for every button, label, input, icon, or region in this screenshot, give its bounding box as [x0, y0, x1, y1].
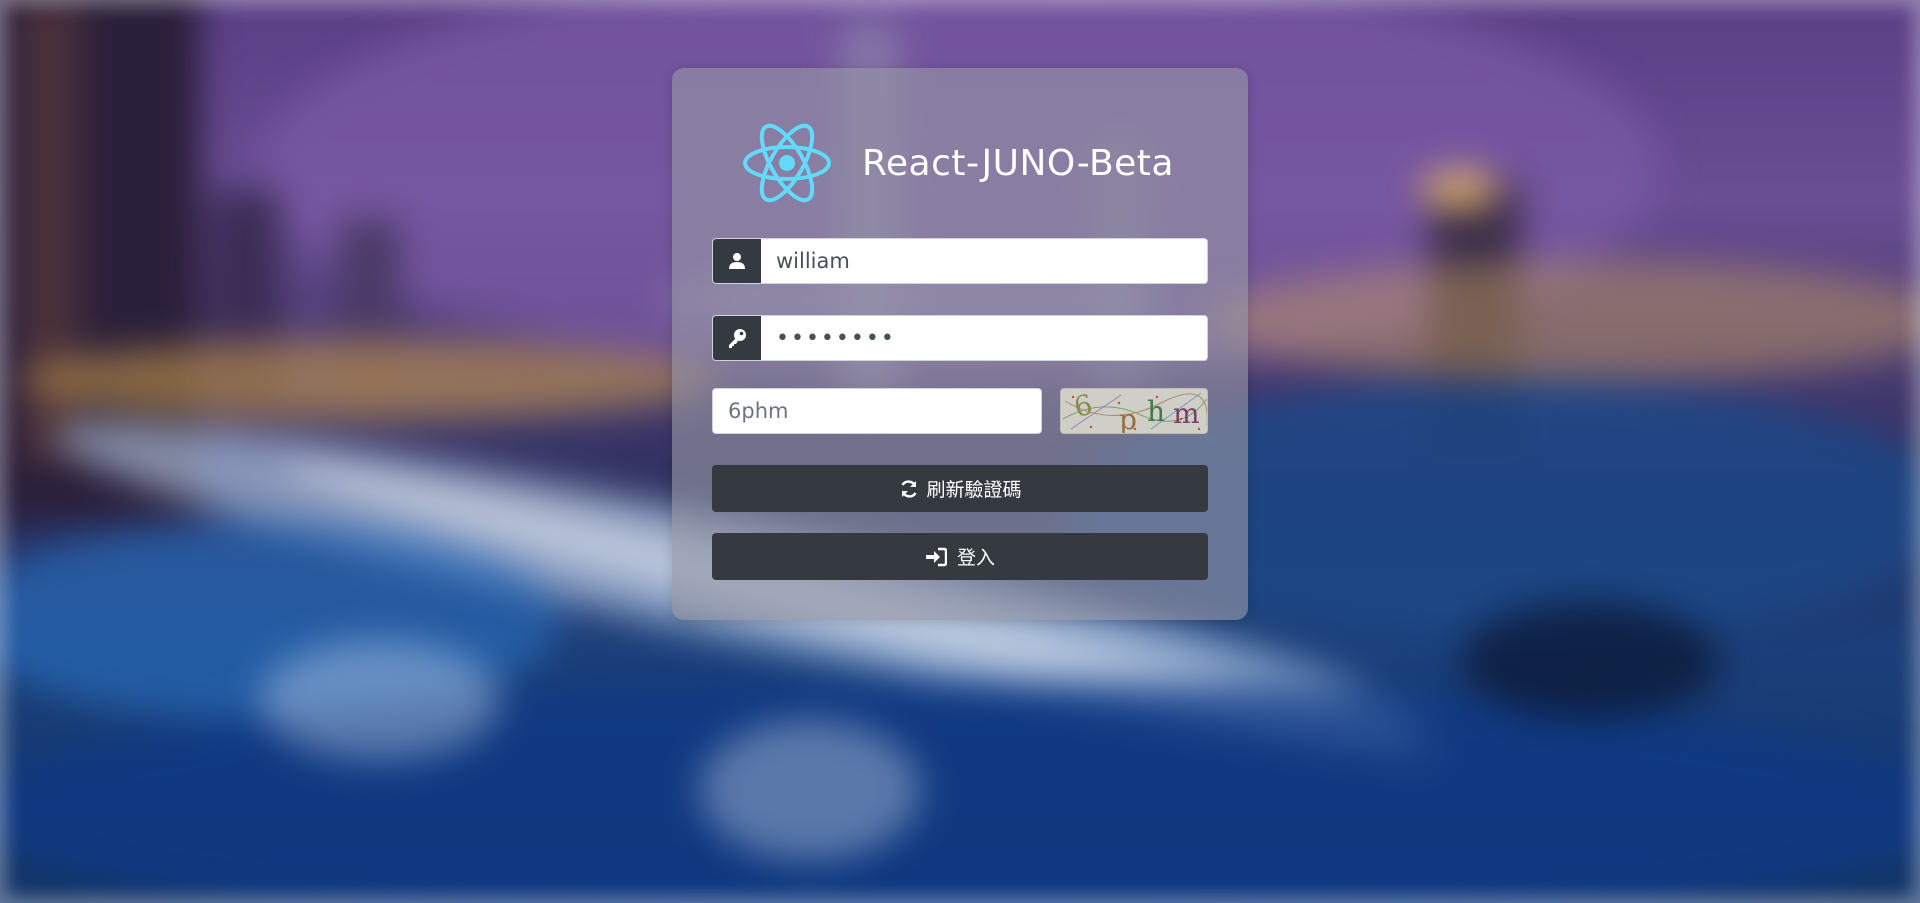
login-label: 登入: [956, 547, 995, 569]
refresh-icon: [898, 478, 920, 500]
refresh-captcha-button[interactable]: 刷新驗證碼: [712, 465, 1208, 512]
login-button[interactable]: 登入: [712, 533, 1208, 580]
password-group: [712, 315, 1208, 361]
user-icon: [713, 239, 761, 283]
svg-text:m: m: [1173, 397, 1200, 430]
refresh-captcha-label: 刷新驗證碼: [926, 479, 1022, 501]
svg-text:h: h: [1147, 395, 1165, 428]
username-input[interactable]: [761, 239, 1207, 283]
react-logo-icon: [743, 123, 831, 203]
captcha-image[interactable]: 6 p h m: [1060, 388, 1208, 434]
key-icon: [713, 316, 761, 360]
app-title: React-JUNO-Beta: [862, 142, 1174, 184]
svg-text:p: p: [1119, 403, 1137, 434]
captcha-input[interactable]: [712, 388, 1042, 434]
sign-in-icon: [925, 546, 947, 568]
password-input[interactable]: [761, 316, 1207, 360]
username-group: [712, 238, 1208, 284]
login-card: React-JUNO-Beta william •••••••• 6phm 6 …: [672, 68, 1248, 620]
brand-header: React-JUNO-Beta: [742, 120, 1174, 206]
